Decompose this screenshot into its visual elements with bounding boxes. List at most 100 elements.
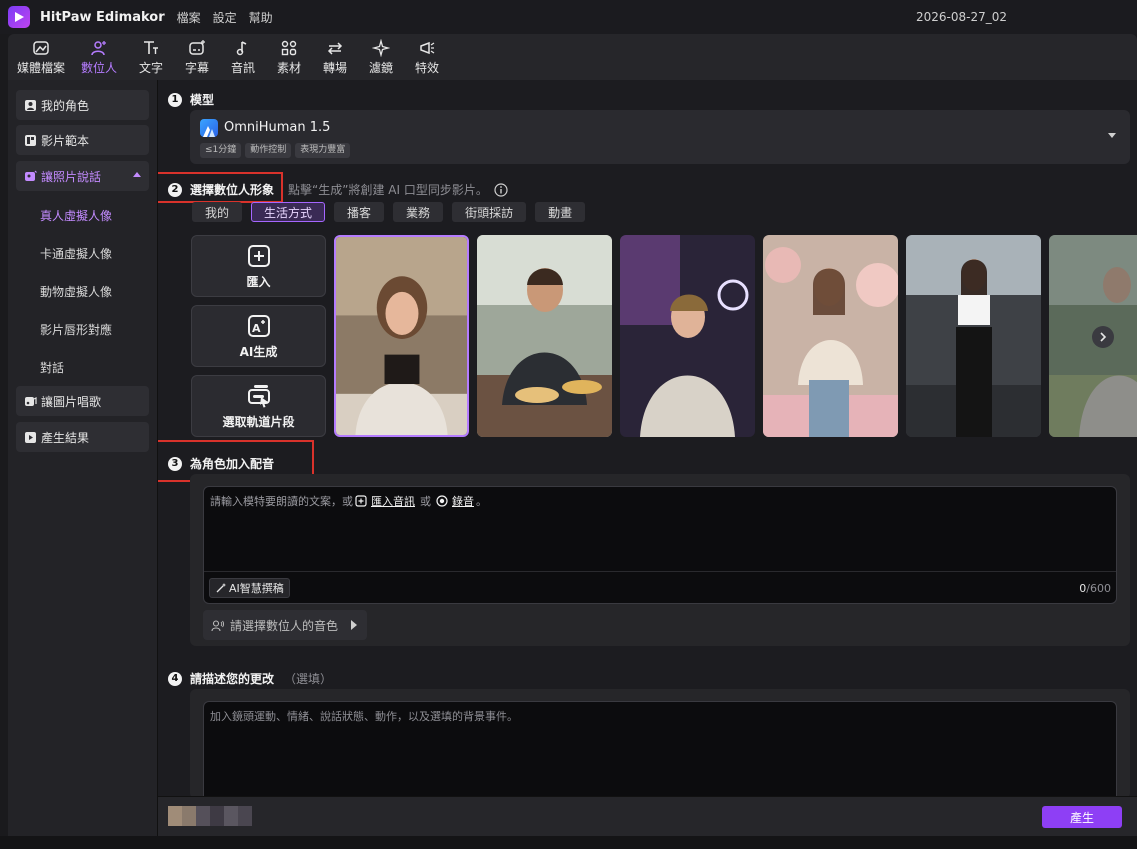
avatar-photo-image [906, 235, 1041, 437]
record-link[interactable]: 錄音 [452, 493, 474, 509]
sidebar-item-my-characters[interactable]: 我的角色 [16, 90, 149, 120]
info-icon[interactable] [494, 182, 508, 197]
text-icon [144, 41, 158, 54]
status-strip [0, 836, 1137, 849]
tool-subtitle-label: 字幕 [184, 61, 209, 75]
title-bar: HitPaw Edimakor 檔案 設定 幫助 2026-08-27_02 [0, 0, 1137, 34]
carousel-next-button[interactable] [1092, 326, 1114, 348]
char-count-max: /600 [1086, 582, 1111, 595]
sidebar-label: 影片範本 [41, 133, 90, 148]
model-name: OmniHuman 1.5 [224, 120, 331, 135]
ai-write-button[interactable]: AI智慧撰稿 [209, 578, 290, 598]
sidebar-sub-dialogue[interactable]: 對話 [40, 359, 64, 376]
import-audio-link[interactable]: 匯入音訊 [371, 493, 415, 509]
sidebar-sub-lip-sync[interactable]: 影片唇形對應 [40, 321, 112, 338]
sidebar-label: 產生結果 [41, 430, 90, 445]
voice-select-button[interactable]: 請選擇數位人的音色 [203, 610, 367, 640]
filter-sparkle-icon [372, 39, 390, 57]
tool-subtitle[interactable]: 字幕 [174, 34, 220, 80]
tool-text[interactable]: 文字 [128, 34, 174, 80]
assets-grid-icon [281, 40, 297, 56]
tool-audio[interactable]: 音訊 [220, 34, 266, 80]
step-title: 請描述您的更改 [190, 672, 275, 686]
tool-assets[interactable]: 素材 [266, 34, 312, 80]
tab-mine[interactable]: 我的 [192, 202, 243, 222]
voice-person-icon [211, 619, 224, 631]
collapse-caret-icon[interactable] [133, 172, 141, 177]
tool-media-label: 媒體檔案 [16, 61, 65, 75]
step-number: 4 [168, 671, 182, 686]
tab-lifestyle[interactable]: 生活方式 [251, 202, 326, 222]
app-title: HitPaw Edimakor [40, 9, 165, 25]
avatar-thumbnail[interactable] [763, 235, 898, 437]
avatar-thumbnail[interactable] [906, 235, 1041, 437]
model-tag: ≤1分鐘 [200, 143, 242, 158]
tab-animation[interactable]: 動畫 [535, 202, 586, 222]
tool-digital-human-label: 數位人 [80, 61, 117, 75]
sidebar-label: 讓圖片唱歌 [41, 394, 102, 409]
sidebar-item-image-sing[interactable]: 讓圖片唱歌 [16, 386, 149, 416]
period-text: 。 [476, 495, 487, 508]
sidebar-label: 讓照片說話 [41, 169, 102, 184]
sidebar-sub-cartoon-avatar[interactable]: 卡通虛擬人像 [40, 245, 112, 262]
describe-textarea[interactable]: 加入鏡頭運動、情緒、說話狀態、動作，以及選填的背景事件。 [203, 701, 1117, 796]
avatar-thumbnail[interactable] [620, 235, 755, 437]
avatar-category-tabs: 我的 生活方式 播客 業務 街頭採訪 動畫 [192, 202, 594, 222]
sidebar-item-video-templates[interactable]: 影片範本 [16, 125, 149, 155]
sidebar-sub-animal-avatar[interactable]: 動物虛擬人像 [40, 283, 112, 300]
bottom-bar: 產生 [158, 796, 1137, 836]
describe-panel: 加入鏡頭運動、情緒、說話狀態、動作，以及選填的背景事件。 [190, 689, 1130, 796]
avatar-thumbnail[interactable] [477, 235, 612, 437]
tool-audio-label: 音訊 [230, 61, 255, 75]
char-counter: 0/600 [1079, 582, 1111, 595]
tool-effects[interactable]: 特效 [404, 34, 450, 80]
model-dropdown[interactable]: OmniHuman 1.5 ≤1分鐘 動作控制 表現力豐富 [190, 110, 1130, 164]
menu-help[interactable]: 幫助 [249, 9, 273, 26]
select-track-clip-button[interactable]: 選取軌道片段 [191, 375, 326, 437]
person-icon [25, 99, 36, 111]
model-tags: ≤1分鐘 動作控制 表現力豐富 [200, 143, 354, 158]
caret-right-icon [351, 620, 357, 630]
tool-transition[interactable]: 轉場 [312, 34, 358, 80]
ai-generate-card-button[interactable]: A AI生成 [191, 305, 326, 367]
highlight-box [158, 172, 283, 203]
music-note-icon [236, 41, 247, 56]
tab-business[interactable]: 業務 [393, 202, 444, 222]
sidebar-sub-real-avatar[interactable]: 真人虛擬人像 [40, 207, 112, 224]
divider [204, 571, 1116, 572]
avatar-thumbnail[interactable] [334, 235, 469, 437]
tool-text-label: 文字 [138, 61, 163, 75]
action-label: 選取軌道片段 [222, 414, 295, 429]
record-icon [436, 495, 448, 507]
track-clip-icon [247, 384, 270, 407]
step-title: 模型 [190, 93, 215, 107]
script-textarea[interactable]: 請輸入模特要朗讀的文案，或 匯入音訊 或 錄音 。 AI智慧撰稿 0/600 [203, 486, 1117, 604]
menu-file[interactable]: 檔案 [177, 9, 201, 26]
action-label: 匯入 [246, 274, 271, 289]
menu-settings[interactable]: 設定 [213, 9, 237, 26]
omnihuman-logo-icon [200, 119, 218, 137]
sidebar-item-results[interactable]: 產生結果 [16, 422, 149, 452]
tool-transition-label: 轉場 [322, 61, 347, 75]
generate-button[interactable]: 產生 [1042, 806, 1122, 828]
avatar-photo-image [336, 237, 467, 435]
plus-square-icon [247, 244, 270, 267]
step-hint: 點擊“生成”將創建 AI 口型同步影片。 [288, 183, 488, 197]
chevron-right-icon [1100, 332, 1107, 342]
script-prefix: 請輸入模特要朗讀的文案，或 [210, 495, 353, 508]
tab-street-interview[interactable]: 街頭採訪 [452, 202, 527, 222]
script-placeholder: 請輸入模特要朗讀的文案，或 匯入音訊 或 錄音 。 [210, 493, 487, 509]
tab-podcast[interactable]: 播客 [334, 202, 385, 222]
sidebar-item-photo-talk[interactable]: 讓照片說話 [16, 161, 149, 191]
describe-placeholder: 加入鏡頭運動、情緒、說話狀態、動作，以及選填的背景事件。 [210, 710, 518, 723]
media-icon [33, 41, 49, 55]
tool-digital-human[interactable]: 數位人 [70, 34, 128, 80]
transition-arrows-icon [327, 42, 343, 55]
import-card-button[interactable]: 匯入 [191, 235, 326, 297]
tool-filter-label: 濾鏡 [368, 61, 393, 75]
photo-talk-icon [25, 170, 37, 181]
tool-filter[interactable]: 濾鏡 [358, 34, 404, 80]
voice-panel: 請輸入模特要朗讀的文案，或 匯入音訊 或 錄音 。 AI智慧撰稿 0/600 請… [190, 474, 1130, 646]
tool-media[interactable]: 媒體檔案 [12, 34, 70, 80]
svg-text:A: A [252, 322, 261, 335]
